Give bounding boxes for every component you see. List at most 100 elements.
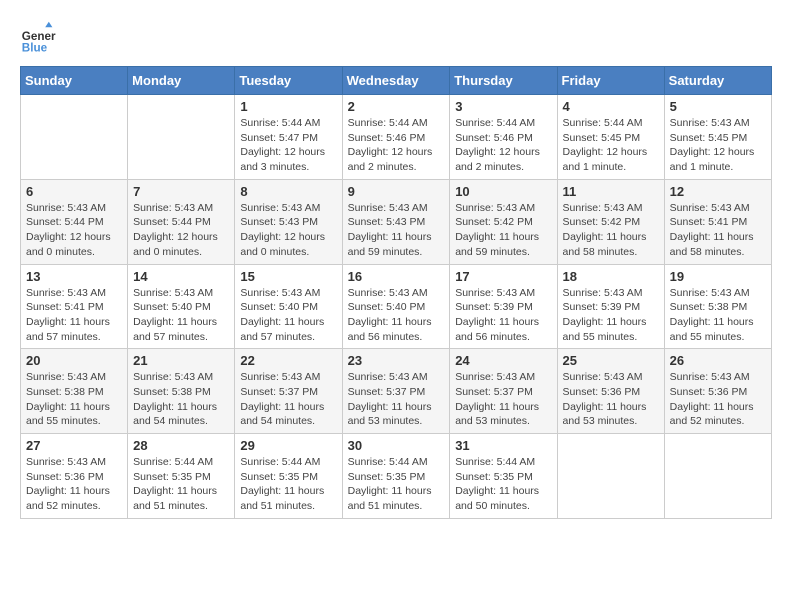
header-day-saturday: Saturday [664, 67, 771, 95]
day-cell [664, 434, 771, 519]
day-number: 15 [240, 269, 336, 284]
header-day-thursday: Thursday [450, 67, 557, 95]
day-cell: 11 Sunrise: 5:43 AM Sunset: 5:42 PM Dayli… [557, 179, 664, 264]
day-number: 26 [670, 353, 766, 368]
day-cell: 4 Sunrise: 5:44 AM Sunset: 5:45 PM Daylig… [557, 95, 664, 180]
svg-text:Blue: Blue [22, 42, 48, 55]
day-cell: 21 Sunrise: 5:43 AM Sunset: 5:38 PM Dayli… [128, 349, 235, 434]
day-info: Sunrise: 5:43 AM Sunset: 5:42 PM Dayligh… [455, 201, 551, 260]
day-number: 11 [563, 184, 659, 199]
day-number: 13 [26, 269, 122, 284]
day-cell [128, 95, 235, 180]
day-cell: 26Sunrise: 5:43 AM Sunset: 5:36 PM Dayli… [664, 349, 771, 434]
day-info: Sunrise: 5:43 AM Sunset: 5:39 PM Dayligh… [455, 286, 551, 345]
day-cell: 31 Sunrise: 5:44 AM Sunset: 5:35 PM Dayli… [450, 434, 557, 519]
day-number: 27 [26, 438, 122, 453]
day-cell: 22 Sunrise: 5:43 AM Sunset: 5:37 PM Dayli… [235, 349, 342, 434]
day-info: Sunrise: 5:44 AM Sunset: 5:35 PM Dayligh… [348, 455, 445, 514]
day-number: 16 [348, 269, 445, 284]
day-info: Sunrise: 5:44 AM Sunset: 5:46 PM Dayligh… [348, 116, 445, 175]
day-cell: 12 Sunrise: 5:43 AM Sunset: 5:41 PM Dayli… [664, 179, 771, 264]
day-info: Sunrise: 5:43 AM Sunset: 5:36 PM Dayligh… [26, 455, 122, 514]
day-info: Sunrise: 5:43 AM Sunset: 5:43 PM Dayligh… [240, 201, 336, 260]
day-number: 22 [240, 353, 336, 368]
day-info: Sunrise: 5:44 AM Sunset: 5:35 PM Dayligh… [133, 455, 229, 514]
week-row-5: 27 Sunrise: 5:43 AM Sunset: 5:36 PM Dayli… [21, 434, 772, 519]
day-info: Sunrise: 5:44 AM Sunset: 5:35 PM Dayligh… [240, 455, 336, 514]
day-info: Sunrise: 5:44 AM Sunset: 5:45 PM Dayligh… [563, 116, 659, 175]
header-day-monday: Monday [128, 67, 235, 95]
day-cell: 16 Sunrise: 5:43 AM Sunset: 5:40 PM Dayli… [342, 264, 450, 349]
day-cell: 9 Sunrise: 5:43 AM Sunset: 5:43 PM Daylig… [342, 179, 450, 264]
day-number: 10 [455, 184, 551, 199]
day-number: 9 [348, 184, 445, 199]
day-info: Sunrise: 5:44 AM Sunset: 5:47 PM Dayligh… [240, 116, 336, 175]
day-cell: 18Sunrise: 5:43 AM Sunset: 5:39 PM Dayli… [557, 264, 664, 349]
day-info: Sunrise: 5:43 AM Sunset: 5:38 PM Dayligh… [26, 370, 122, 429]
week-row-4: 20 Sunrise: 5:43 AM Sunset: 5:38 PM Dayli… [21, 349, 772, 434]
day-cell [21, 95, 128, 180]
day-number: 14 [133, 269, 229, 284]
logo: General Blue [20, 20, 62, 56]
day-cell: 19Sunrise: 5:43 AM Sunset: 5:38 PM Dayli… [664, 264, 771, 349]
day-cell: 6Sunrise: 5:43 AM Sunset: 5:44 PM Daylig… [21, 179, 128, 264]
day-number: 4 [563, 99, 659, 114]
week-row-2: 6Sunrise: 5:43 AM Sunset: 5:44 PM Daylig… [21, 179, 772, 264]
day-number: 21 [133, 353, 229, 368]
day-number: 12 [670, 184, 766, 199]
day-info: Sunrise: 5:43 AM Sunset: 5:44 PM Dayligh… [133, 201, 229, 260]
day-cell: 23 Sunrise: 5:43 AM Sunset: 5:37 PM Dayli… [342, 349, 450, 434]
day-info: Sunrise: 5:44 AM Sunset: 5:46 PM Dayligh… [455, 116, 551, 175]
day-cell: 28 Sunrise: 5:44 AM Sunset: 5:35 PM Dayli… [128, 434, 235, 519]
day-number: 7 [133, 184, 229, 199]
day-info: Sunrise: 5:43 AM Sunset: 5:40 PM Dayligh… [240, 286, 336, 345]
day-number: 18 [563, 269, 659, 284]
day-info: Sunrise: 5:43 AM Sunset: 5:37 PM Dayligh… [240, 370, 336, 429]
week-row-1: 1 Sunrise: 5:44 AM Sunset: 5:47 PM Daylig… [21, 95, 772, 180]
day-number: 5 [670, 99, 766, 114]
day-cell: 29 Sunrise: 5:44 AM Sunset: 5:35 PM Dayli… [235, 434, 342, 519]
day-number: 25 [563, 353, 659, 368]
day-info: Sunrise: 5:43 AM Sunset: 5:43 PM Dayligh… [348, 201, 445, 260]
day-info: Sunrise: 5:44 AM Sunset: 5:35 PM Dayligh… [455, 455, 551, 514]
day-cell: 25 Sunrise: 5:43 AM Sunset: 5:36 PM Dayli… [557, 349, 664, 434]
day-info: Sunrise: 5:43 AM Sunset: 5:37 PM Dayligh… [348, 370, 445, 429]
day-info: Sunrise: 5:43 AM Sunset: 5:41 PM Dayligh… [26, 286, 122, 345]
day-info: Sunrise: 5:43 AM Sunset: 5:42 PM Dayligh… [563, 201, 659, 260]
day-number: 1 [240, 99, 336, 114]
day-cell: 5 Sunrise: 5:43 AM Sunset: 5:45 PM Daylig… [664, 95, 771, 180]
day-number: 23 [348, 353, 445, 368]
day-number: 31 [455, 438, 551, 453]
day-number: 29 [240, 438, 336, 453]
day-number: 20 [26, 353, 122, 368]
day-info: Sunrise: 5:43 AM Sunset: 5:37 PM Dayligh… [455, 370, 551, 429]
logo-icon: General Blue [20, 20, 56, 56]
day-cell: 1 Sunrise: 5:44 AM Sunset: 5:47 PM Daylig… [235, 95, 342, 180]
day-cell [557, 434, 664, 519]
day-number: 2 [348, 99, 445, 114]
day-number: 3 [455, 99, 551, 114]
day-cell: 13 Sunrise: 5:43 AM Sunset: 5:41 PM Dayli… [21, 264, 128, 349]
calendar-table: SundayMondayTuesdayWednesdayThursdayFrid… [20, 66, 772, 519]
day-info: Sunrise: 5:43 AM Sunset: 5:36 PM Dayligh… [563, 370, 659, 429]
day-cell: 2 Sunrise: 5:44 AM Sunset: 5:46 PM Daylig… [342, 95, 450, 180]
day-info: Sunrise: 5:43 AM Sunset: 5:41 PM Dayligh… [670, 201, 766, 260]
header-day-sunday: Sunday [21, 67, 128, 95]
day-number: 24 [455, 353, 551, 368]
day-cell: 17Sunrise: 5:43 AM Sunset: 5:39 PM Dayli… [450, 264, 557, 349]
day-info: Sunrise: 5:43 AM Sunset: 5:44 PM Dayligh… [26, 201, 122, 260]
header-row: SundayMondayTuesdayWednesdayThursdayFrid… [21, 67, 772, 95]
day-cell: 3 Sunrise: 5:44 AM Sunset: 5:46 PM Daylig… [450, 95, 557, 180]
header-day-wednesday: Wednesday [342, 67, 450, 95]
day-number: 8 [240, 184, 336, 199]
day-number: 28 [133, 438, 229, 453]
header-day-tuesday: Tuesday [235, 67, 342, 95]
day-cell: 10 Sunrise: 5:43 AM Sunset: 5:42 PM Dayli… [450, 179, 557, 264]
day-info: Sunrise: 5:43 AM Sunset: 5:40 PM Dayligh… [348, 286, 445, 345]
header-day-friday: Friday [557, 67, 664, 95]
day-info: Sunrise: 5:43 AM Sunset: 5:40 PM Dayligh… [133, 286, 229, 345]
day-info: Sunrise: 5:43 AM Sunset: 5:38 PM Dayligh… [133, 370, 229, 429]
day-info: Sunrise: 5:43 AM Sunset: 5:45 PM Dayligh… [670, 116, 766, 175]
day-cell: 7 Sunrise: 5:43 AM Sunset: 5:44 PM Daylig… [128, 179, 235, 264]
day-cell: 14 Sunrise: 5:43 AM Sunset: 5:40 PM Dayli… [128, 264, 235, 349]
